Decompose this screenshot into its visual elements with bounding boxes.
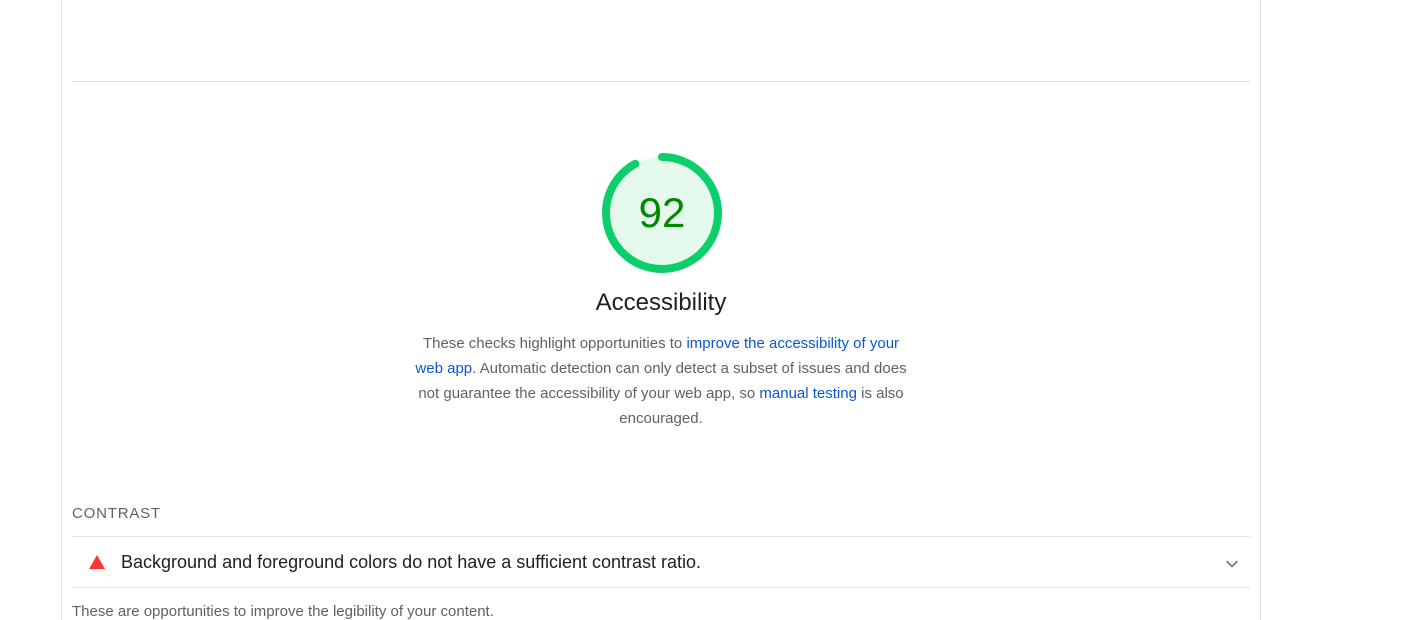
description-text: These checks highlight opportunities to (422, 335, 687, 352)
report-container: 92 Accessibility These checks highlight … (61, 0, 1261, 620)
group-description: These are opportunities to improve the l… (72, 603, 494, 620)
audit-title: Background and foreground colors do not … (121, 552, 702, 572)
fail-triangle-icon (89, 555, 105, 569)
score-gauge[interactable]: 92 (600, 151, 724, 275)
score-value: 92 (638, 189, 686, 236)
audit-contrast[interactable]: Background and foreground colors do not … (72, 536, 1250, 588)
category-title: Accessibility (595, 289, 727, 316)
chevron-down-icon[interactable] (1224, 556, 1240, 572)
manual-testing-link[interactable]: manual testing (759, 385, 857, 402)
section-divider (72, 81, 1250, 82)
group-title: CONTRAST (72, 505, 161, 522)
category-description: These checks highlight opportunities to … (411, 331, 911, 431)
